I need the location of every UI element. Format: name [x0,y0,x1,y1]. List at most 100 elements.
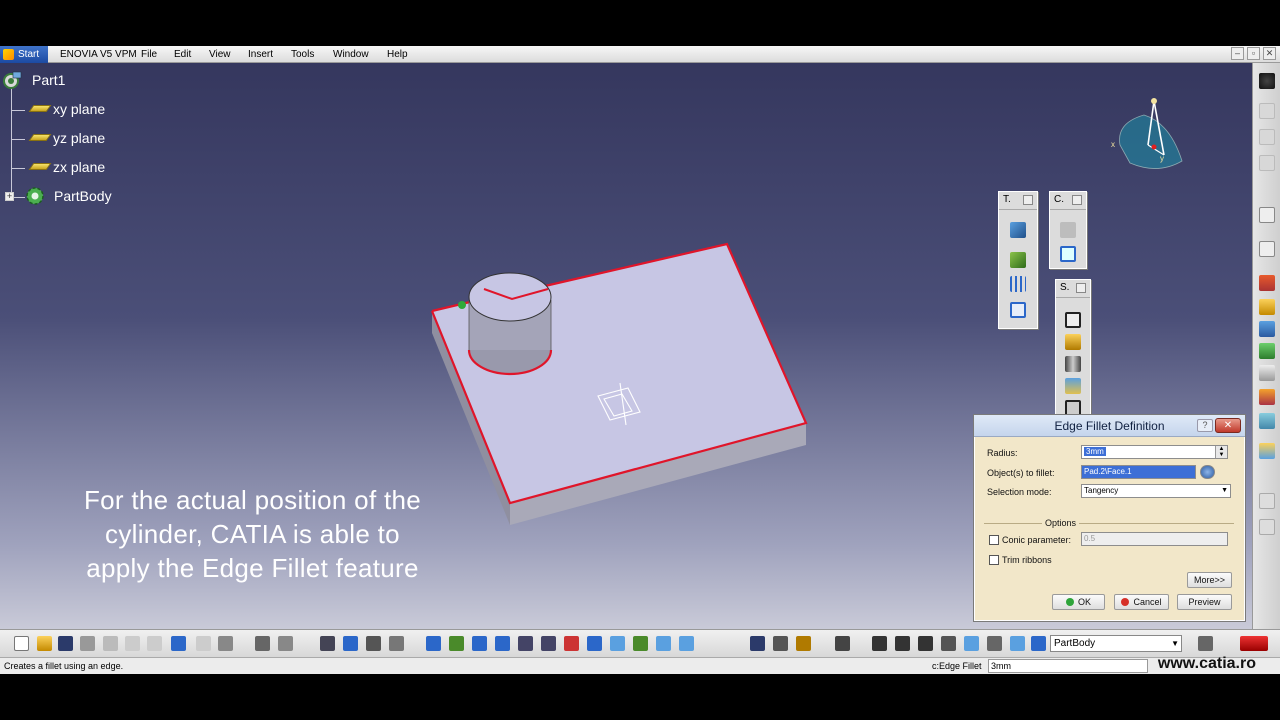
pocket-icon[interactable] [1065,334,1081,350]
feature-icon[interactable] [1259,321,1275,337]
radius-spinner[interactable]: ▲ ▼ [1215,446,1227,458]
feature-icon[interactable] [1259,365,1275,381]
sketch-tool-icon[interactable] [1198,636,1213,651]
rotate-icon[interactable] [495,636,510,651]
toolbar-close-icon[interactable] [1072,195,1082,205]
compass-icon[interactable]: x y [1108,93,1192,173]
feature-icon[interactable] [1259,343,1275,359]
constraint-icon[interactable] [1060,222,1076,238]
help-button[interactable]: ? [1197,419,1213,432]
tree-icon[interactable] [343,636,358,651]
command-input[interactable]: 3mm [988,659,1148,673]
hide-show-icon[interactable] [633,636,648,651]
zoom-out-icon[interactable] [541,636,556,651]
cut-icon[interactable] [103,636,118,651]
dialog-title-bar[interactable]: Edge Fillet Definition ? ✕ [974,415,1245,437]
refresh-icon[interactable] [872,636,887,651]
render-style-icon[interactable] [610,636,625,651]
line-icon[interactable] [1259,519,1275,535]
feature-icon[interactable] [1259,443,1275,459]
menu-file[interactable]: File [141,48,157,61]
feature-icon[interactable] [1259,299,1275,315]
open-icon[interactable] [37,636,52,651]
menu-enovia[interactable]: ENOVIA V5 VPM [60,48,137,61]
fly-icon[interactable] [426,636,441,651]
toolbar-icon[interactable] [1259,103,1275,119]
close-dialog-button[interactable]: ✕ [1215,418,1241,433]
catalog-icon[interactable] [389,636,404,651]
menu-insert[interactable]: Insert [248,48,273,61]
translation-icon[interactable] [1010,222,1026,238]
restore-button[interactable]: ▫ [1247,47,1260,60]
feature-icon[interactable] [1259,389,1275,405]
help-icon[interactable] [218,636,233,651]
toolbar-icon[interactable] [1259,155,1275,171]
feature-icon[interactable] [1259,275,1275,291]
preview-button[interactable]: Preview [1177,594,1232,610]
radius-field[interactable]: 3mm [1081,445,1228,459]
toolbar-close-icon[interactable] [1023,195,1033,205]
shaft-icon[interactable] [1065,356,1081,372]
measure-icon[interactable] [750,636,765,651]
fit-all-icon[interactable] [449,636,464,651]
comment-icon[interactable] [278,636,293,651]
menu-view[interactable]: View [209,48,231,61]
table-icon[interactable] [320,636,335,651]
selection-mode-select[interactable]: Tangency ▼ [1081,484,1231,498]
pad-icon[interactable] [1065,312,1081,328]
menu-help[interactable]: Help [387,48,408,61]
body-select[interactable]: PartBody ▼ [1050,635,1182,652]
line-icon[interactable] [1259,493,1275,509]
objects-to-fillet-field[interactable]: Pad.2\Face.1 [1081,465,1196,479]
menu-window[interactable]: Window [333,48,369,61]
toolbar-close-icon[interactable] [1076,283,1086,293]
ok-button[interactable]: OK [1052,594,1105,610]
normal-view-icon[interactable] [564,636,579,651]
save-icon[interactable] [58,636,73,651]
geometric-set-icon[interactable] [1010,636,1025,651]
new-icon[interactable] [14,636,29,651]
scaling-icon[interactable] [1010,302,1026,318]
3d-viewport[interactable]: Part1 xy plane yz plane zx plane + PartB… [0,63,1252,629]
views-icon[interactable] [587,636,602,651]
menu-edit[interactable]: Edit [174,48,191,61]
lock-icon[interactable] [366,636,381,651]
pattern-icon[interactable] [1010,276,1026,292]
update-icon[interactable] [895,636,910,651]
gear-icon[interactable] [1259,73,1275,89]
constraint-defined-icon[interactable] [1060,246,1076,262]
print-icon[interactable] [80,636,95,651]
more-button[interactable]: More>> [1187,572,1232,588]
rib-icon[interactable] [1065,378,1081,394]
body-icon[interactable] [1031,636,1046,651]
undo-icon[interactable] [171,636,186,651]
paste-icon[interactable] [147,636,162,651]
toolbar-icon[interactable] [1259,129,1275,145]
axis-icon[interactable] [918,636,933,651]
copy-icon[interactable] [125,636,140,651]
cancel-button[interactable]: Cancel [1114,594,1169,610]
formula-icon[interactable] [255,636,270,651]
apply-material-icon[interactable] [773,636,788,651]
camera-icon[interactable] [835,636,850,651]
material-icon[interactable] [679,636,694,651]
database-icon[interactable] [964,636,979,651]
menu-tools[interactable]: Tools [291,48,314,61]
minimize-button[interactable]: – [1231,47,1244,60]
close-window-button[interactable]: ✕ [1263,47,1276,60]
feature-icon[interactable] [1259,413,1275,429]
sketch-icon[interactable] [1259,241,1275,257]
conic-parameter-checkbox[interactable] [989,535,999,545]
pan-icon[interactable] [472,636,487,651]
start-menu[interactable]: Start [0,46,48,63]
zoom-in-icon[interactable] [518,636,533,651]
edge-list-icon[interactable] [1200,465,1215,479]
symmetry-icon[interactable] [1010,252,1026,268]
analysis-icon[interactable] [796,636,811,651]
swap-visible-icon[interactable] [656,636,671,651]
grid-snap-icon[interactable] [941,636,956,651]
redo-icon[interactable] [196,636,211,651]
select-arrow-icon[interactable] [1259,207,1275,223]
trim-ribbons-checkbox[interactable] [989,555,999,565]
measure-between-icon[interactable] [987,636,1002,651]
